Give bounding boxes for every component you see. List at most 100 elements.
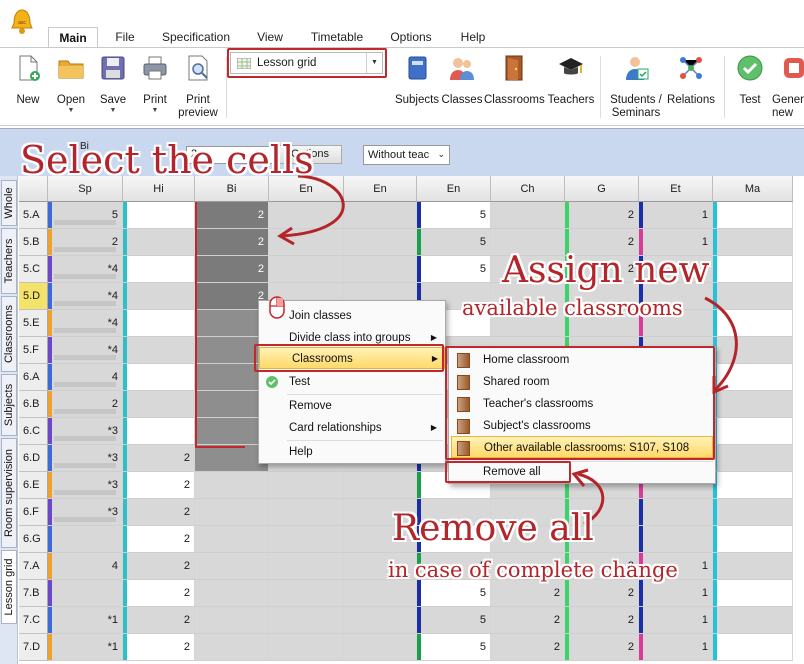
row-header[interactable]: 7.C [19,607,48,634]
row-header[interactable]: 7.D [19,634,48,661]
grid-cell[interactable]: *3 [48,472,123,499]
grid-cell[interactable]: 5 [417,202,491,229]
row-header[interactable]: 5.C [19,256,48,283]
classrooms-button[interactable]: Classrooms [484,54,545,107]
column-header[interactable]: En [417,176,491,202]
grid-cell[interactable]: 2 [123,634,195,661]
grid-cell[interactable] [713,553,793,580]
grid-cell[interactable] [123,364,195,391]
grid-cell[interactable]: 5 [417,229,491,256]
grid-cell[interactable]: 2 [565,634,639,661]
relations-button[interactable]: Relations [664,54,718,107]
grid-cell[interactable] [123,391,195,418]
grid-cell[interactable]: 5 [417,256,491,283]
save-button[interactable]: Save ▼ [96,54,130,115]
grid-cell[interactable]: 2 [123,499,195,526]
tab-help[interactable]: Help [450,27,496,48]
teacher-filter-select[interactable]: Without teac ⌄ [363,145,450,165]
grid-cell[interactable]: 2 [565,607,639,634]
grid-cell[interactable] [195,580,269,607]
grid-cell[interactable]: 4 [48,553,123,580]
row-header[interactable]: 6.G [19,526,48,553]
print-button[interactable]: Print ▼ [138,54,172,115]
grid-cell[interactable] [713,445,793,472]
grid-cell[interactable] [269,499,344,526]
grid-cell[interactable] [491,202,565,229]
grid-cell[interactable] [713,418,793,445]
save-dropdown-icon[interactable]: ▼ [96,107,130,115]
row-header[interactable]: 5.E [19,310,48,337]
teachers-button[interactable]: Teachers [546,54,596,107]
open-dropdown-icon[interactable]: ▼ [52,107,90,115]
tab-view[interactable]: View [248,27,292,48]
row-header[interactable]: 6.E [19,472,48,499]
column-header[interactable]: Ma [713,176,793,202]
side-tab-teachers[interactable]: Teachers [1,228,17,294]
grid-cell[interactable]: 1 [639,607,713,634]
grid-cell[interactable] [344,229,417,256]
row-header[interactable]: 5.B [19,229,48,256]
grid-cell[interactable] [713,202,793,229]
grid-cell[interactable] [123,256,195,283]
grid-cell[interactable]: 5 [417,607,491,634]
grid-cell[interactable]: 2 [195,202,269,229]
side-tab-whole[interactable]: Whole [1,180,17,226]
grid-cell[interactable] [195,607,269,634]
grid-cell[interactable]: *4 [48,256,123,283]
grid-cell[interactable] [195,526,269,553]
grid-cell[interactable] [713,634,793,661]
grid-cell[interactable] [713,310,793,337]
row-header[interactable]: 5.F [19,337,48,364]
row-header[interactable]: 7.B [19,580,48,607]
grid-cell[interactable]: *4 [48,337,123,364]
students-seminars-button[interactable]: Students / Seminars [606,54,666,120]
grid-cell[interactable] [713,229,793,256]
grid-cell[interactable] [344,256,417,283]
grid-cell[interactable] [123,418,195,445]
row-header[interactable]: 6.B [19,391,48,418]
grid-cell[interactable]: 2 [491,580,565,607]
grid-cell[interactable]: 5 [417,634,491,661]
tab-options[interactable]: Options [382,27,440,48]
grid-cell[interactable] [269,634,344,661]
test-button[interactable]: Test [734,54,766,107]
row-header[interactable]: 6.F [19,499,48,526]
filter-dropdown-icon[interactable]: ⌄ [437,149,445,160]
grid-cell[interactable]: *4 [48,283,123,310]
menu-item-help[interactable]: Help [289,441,443,463]
side-tab-lesson-grid[interactable]: Lesson grid [1,550,17,624]
grid-cell[interactable]: 5 [417,580,491,607]
grid-cell[interactable]: 2 [48,391,123,418]
grid-cell[interactable] [639,499,713,526]
classes-button[interactable]: Classes [440,54,484,107]
grid-cell[interactable]: 2 [491,607,565,634]
menu-item-join-classes[interactable]: Join classes [289,305,443,327]
row-header[interactable]: 5.A [19,202,48,229]
grid-cell[interactable]: 1 [639,202,713,229]
grid-cell[interactable] [269,526,344,553]
grid-cell[interactable] [123,202,195,229]
column-header[interactable]: G [565,176,639,202]
grid-cell[interactable]: *4 [48,310,123,337]
grid-cell[interactable]: *1 [48,634,123,661]
tab-file[interactable]: File [106,27,144,48]
grid-cell[interactable]: 1 [639,634,713,661]
grid-cell[interactable] [195,634,269,661]
column-header[interactable]: En [344,176,417,202]
grid-cell[interactable] [195,499,269,526]
grid-cell[interactable]: *3 [48,445,123,472]
grid-cell[interactable]: 4 [48,364,123,391]
grid-cell[interactable] [269,229,344,256]
row-header[interactable]: 6.C [19,418,48,445]
side-tab-subjects[interactable]: Subjects [1,374,17,436]
grid-cell[interactable] [123,229,195,256]
grid-cell[interactable] [269,553,344,580]
grid-cell[interactable]: 2 [123,526,195,553]
grid-cell[interactable] [713,364,793,391]
grid-cell[interactable] [48,526,123,553]
grid-cell[interactable] [269,472,344,499]
grid-cell[interactable] [195,553,269,580]
grid-cell[interactable]: 2 [565,580,639,607]
grid-cell[interactable]: 2 [123,580,195,607]
side-tab-room-supervision[interactable]: Room supervision [1,438,17,548]
